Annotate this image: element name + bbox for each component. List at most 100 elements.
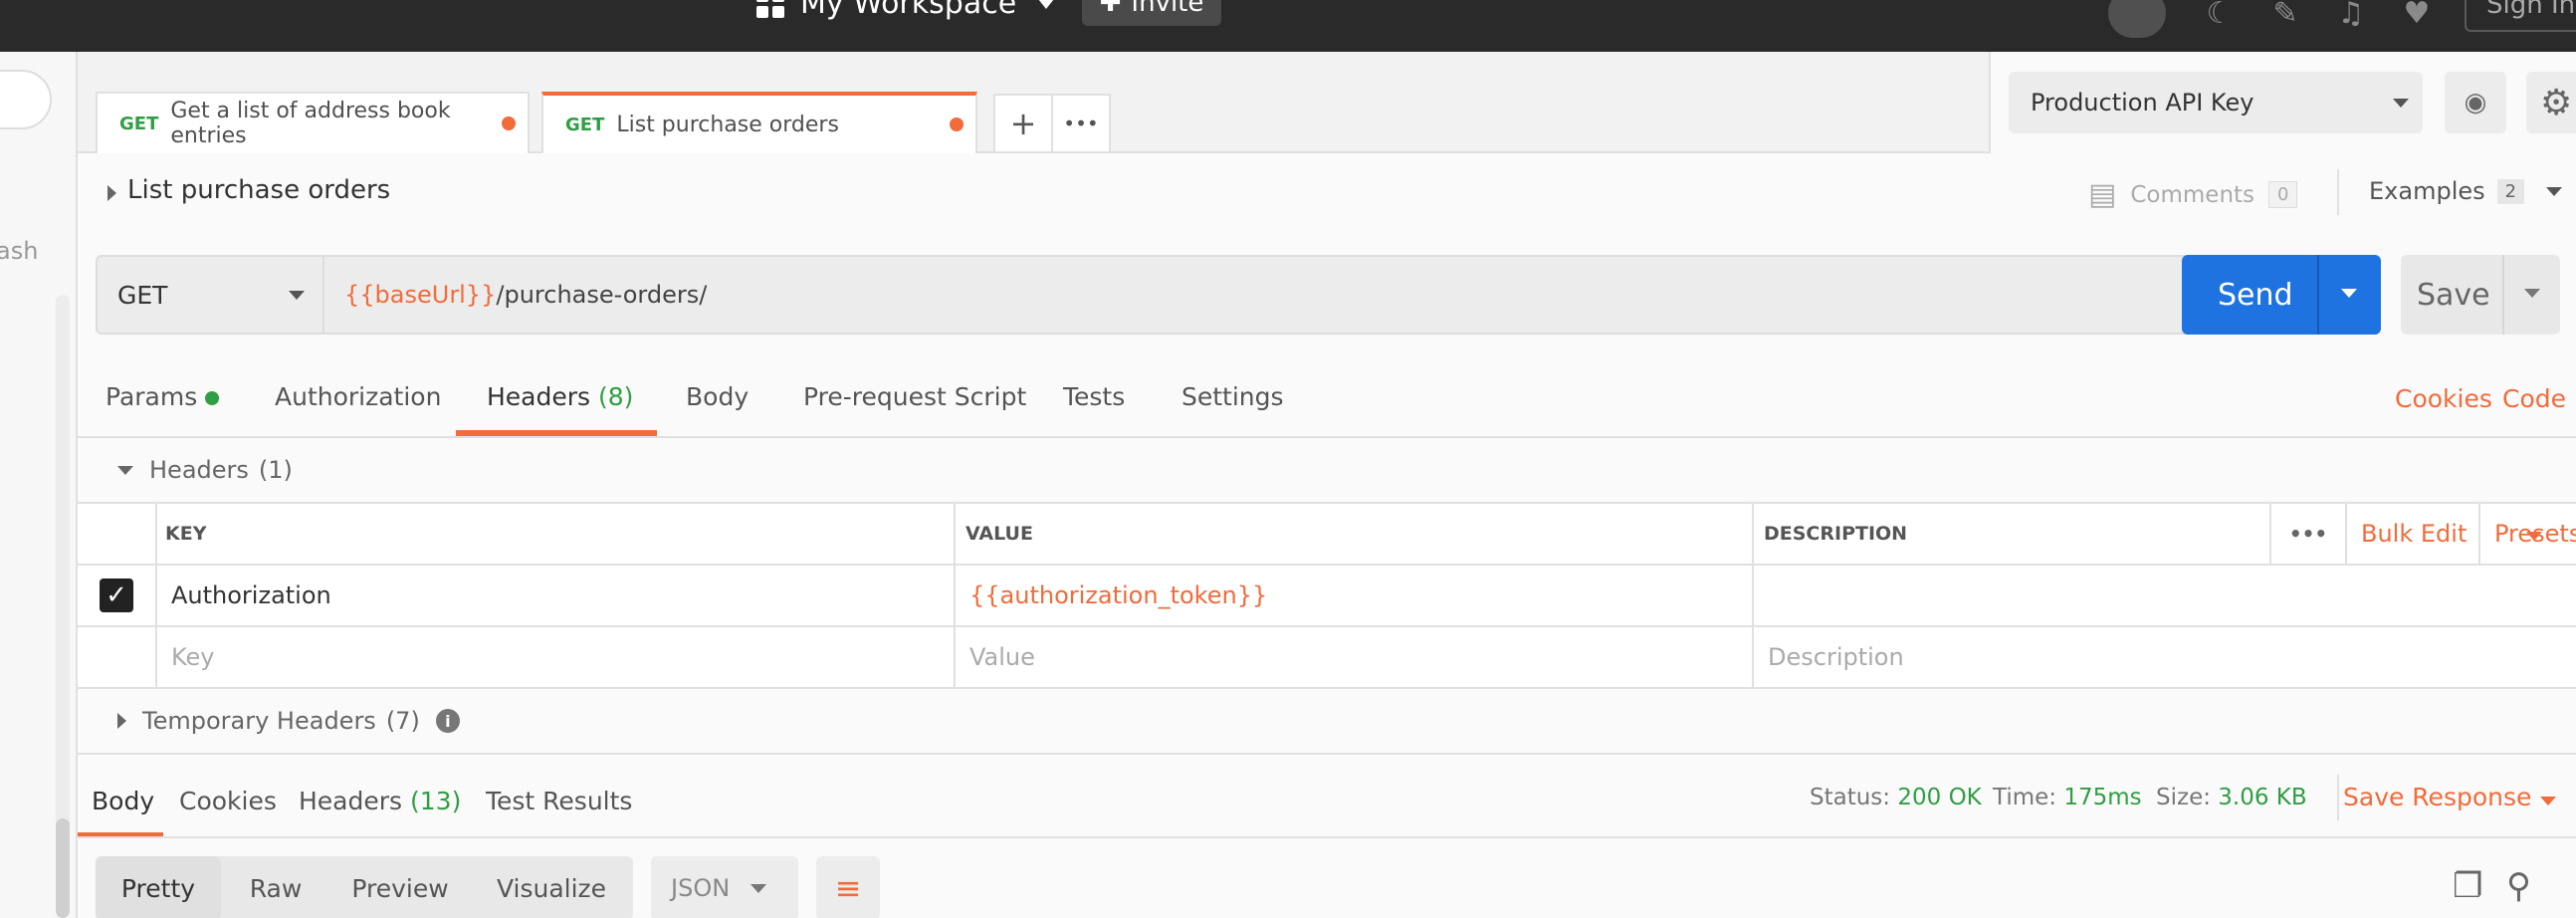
tab-params[interactable]: Params bbox=[106, 382, 220, 411]
headers-section: Headers (1) KEY VALUE DESCRIPTION ••• Bu… bbox=[78, 438, 2576, 753]
status-readout: Status: 200 OK bbox=[1810, 785, 1982, 810]
heart-icon[interactable]: ♥ bbox=[2397, 0, 2437, 33]
cookies-link[interactable]: Cookies bbox=[2395, 384, 2492, 413]
unsaved-dot bbox=[950, 117, 964, 131]
save-options-button[interactable] bbox=[2502, 255, 2560, 335]
unsaved-dot bbox=[502, 116, 516, 130]
response-tab-cookies[interactable]: Cookies bbox=[179, 787, 277, 815]
capture-icon[interactable]: ☾ bbox=[2200, 0, 2240, 33]
headers-count: (8) bbox=[598, 382, 634, 411]
tab-more-button[interactable]: ••• bbox=[1053, 96, 1109, 151]
response-tab-body[interactable]: Body bbox=[92, 787, 154, 815]
format-raw[interactable]: Raw bbox=[221, 856, 330, 918]
signin-button[interactable]: Sign In bbox=[2465, 0, 2576, 32]
topbar-icons: ☾ ✎ ♫ ♥ bbox=[2108, 0, 2437, 38]
environment-selected: Production API Key bbox=[2031, 89, 2254, 116]
workspace-switcher[interactable]: My Workspace bbox=[756, 0, 1055, 21]
save-response-button[interactable]: Save Response bbox=[2343, 783, 2531, 811]
sidebar: ash bbox=[0, 52, 78, 918]
temporary-headers-toggle[interactable]: Temporary Headers (7) i bbox=[117, 707, 460, 735]
invite-label: Invite bbox=[1131, 0, 1204, 18]
sidebar-scrollbar-thumb[interactable] bbox=[56, 818, 70, 918]
format-pretty[interactable]: Pretty bbox=[96, 856, 221, 918]
response-headers-count: (13) bbox=[410, 787, 462, 815]
comments-button[interactable]: ▤ Comments 0 bbox=[2088, 177, 2298, 212]
environment-select[interactable]: Production API Key bbox=[2009, 72, 2423, 133]
tab-method: GET bbox=[119, 113, 159, 134]
comments-label: Comments bbox=[2130, 181, 2255, 208]
divider bbox=[2337, 775, 2339, 820]
sidebar-partial-text[interactable]: ash bbox=[0, 237, 38, 265]
request-title[interactable]: List purchase orders bbox=[127, 175, 390, 205]
chevron-down-icon bbox=[117, 465, 133, 475]
tab-prerequest-script[interactable]: Pre-request Script bbox=[803, 382, 1026, 411]
sidebar-search-input[interactable] bbox=[0, 70, 52, 129]
header-description-cell[interactable] bbox=[1754, 566, 2576, 625]
header-enabled-checkbox[interactable]: ✓ bbox=[78, 566, 157, 625]
language-select[interactable]: JSON bbox=[651, 856, 798, 918]
sync-icon[interactable] bbox=[2108, 0, 2166, 38]
tab-method: GET bbox=[565, 114, 605, 135]
comments-count: 0 bbox=[2268, 181, 2298, 208]
url-input[interactable]: {{baseUrl}} /purchase-orders/ bbox=[324, 255, 2240, 335]
new-key-input[interactable]: Key bbox=[157, 627, 956, 687]
new-description-input[interactable]: Description bbox=[1754, 627, 2576, 687]
invite-button[interactable]: ✚ Invite bbox=[1082, 0, 1221, 26]
tab-purchase-orders[interactable]: GET List purchase orders bbox=[541, 92, 977, 153]
copy-icon[interactable]: ❐ bbox=[2453, 866, 2482, 906]
more-options-button[interactable]: ••• bbox=[2271, 504, 2347, 564]
table-header-row: KEY VALUE DESCRIPTION ••• Bulk Edit Pres… bbox=[78, 504, 2576, 566]
eye-icon[interactable]: ◉ bbox=[2445, 72, 2506, 133]
url-variable: {{baseUrl}} bbox=[344, 281, 497, 309]
code-link[interactable]: Code bbox=[2502, 384, 2566, 413]
url-bar: GET {{baseUrl}} /purchase-orders/ Send S… bbox=[78, 231, 2576, 356]
format-visualize[interactable]: Visualize bbox=[470, 856, 633, 918]
tab-name: List purchase orders bbox=[616, 112, 839, 137]
format-preview[interactable]: Preview bbox=[330, 856, 470, 918]
format-tabs: Pretty Raw Preview Visualize bbox=[96, 856, 633, 918]
method-select[interactable]: GET bbox=[96, 255, 324, 335]
headers-section-count: (1) bbox=[258, 456, 293, 484]
tab-headers[interactable]: Headers (8) bbox=[487, 382, 633, 411]
status-label: Status: bbox=[1810, 785, 1891, 810]
tab-tests[interactable]: Tests bbox=[1063, 382, 1125, 411]
table-row: ✓ Authorization {{authorization_token}} bbox=[78, 566, 2576, 627]
headers-table: KEY VALUE DESCRIPTION ••• Bulk Edit Pres… bbox=[78, 502, 2576, 689]
info-icon[interactable]: i bbox=[435, 709, 460, 733]
bell-icon[interactable]: ♫ bbox=[2331, 0, 2371, 33]
request-name-row: List purchase orders ▤ Comments 0 Exampl… bbox=[78, 155, 2576, 231]
search-icon[interactable]: ⚲ bbox=[2506, 866, 2531, 906]
bulk-edit-button[interactable]: Bulk Edit bbox=[2347, 504, 2480, 564]
new-value-input[interactable]: Value bbox=[956, 627, 1754, 687]
wrench-icon[interactable]: ✎ bbox=[2265, 0, 2305, 33]
send-options-button[interactable] bbox=[2317, 255, 2381, 335]
header-key-cell[interactable]: Authorization bbox=[157, 566, 956, 625]
gear-icon[interactable]: ⚙ bbox=[2526, 72, 2576, 133]
response-tab-test-results[interactable]: Test Results bbox=[486, 787, 632, 815]
workspace-grid-icon bbox=[756, 0, 784, 18]
tab-body[interactable]: Body bbox=[686, 382, 749, 411]
workspace-name: My Workspace bbox=[800, 0, 1017, 21]
response-tab-headers[interactable]: Headers (13) bbox=[299, 787, 461, 815]
divider bbox=[78, 836, 2576, 838]
examples-button[interactable]: Examples 2 bbox=[2369, 177, 2563, 205]
chevron-down-icon bbox=[1038, 0, 1055, 9]
chevron-right-icon bbox=[117, 713, 126, 729]
wrap-lines-icon[interactable]: ≡ bbox=[816, 856, 880, 918]
headers-toggle[interactable]: Headers (1) bbox=[117, 456, 293, 484]
tab-address-book[interactable]: GET Get a list of address book entries bbox=[96, 92, 530, 153]
expand-icon[interactable] bbox=[107, 185, 116, 201]
tab-label: Headers bbox=[299, 787, 403, 815]
params-indicator bbox=[205, 391, 220, 405]
header-value-cell[interactable]: {{authorization_token}} bbox=[956, 566, 1754, 625]
tab-authorization[interactable]: Authorization bbox=[275, 382, 441, 411]
tab-settings[interactable]: Settings bbox=[1181, 382, 1284, 411]
comment-icon: ▤ bbox=[2088, 177, 2117, 212]
headers-title: Headers bbox=[149, 456, 249, 484]
tab-actions: + ••• bbox=[993, 94, 1111, 153]
chevron-down-icon bbox=[289, 291, 305, 300]
time-value: 175ms bbox=[2063, 785, 2142, 810]
active-tab-indicator bbox=[456, 430, 657, 436]
chevron-down-icon bbox=[2526, 532, 2542, 541]
new-tab-button[interactable]: + bbox=[995, 96, 1053, 151]
